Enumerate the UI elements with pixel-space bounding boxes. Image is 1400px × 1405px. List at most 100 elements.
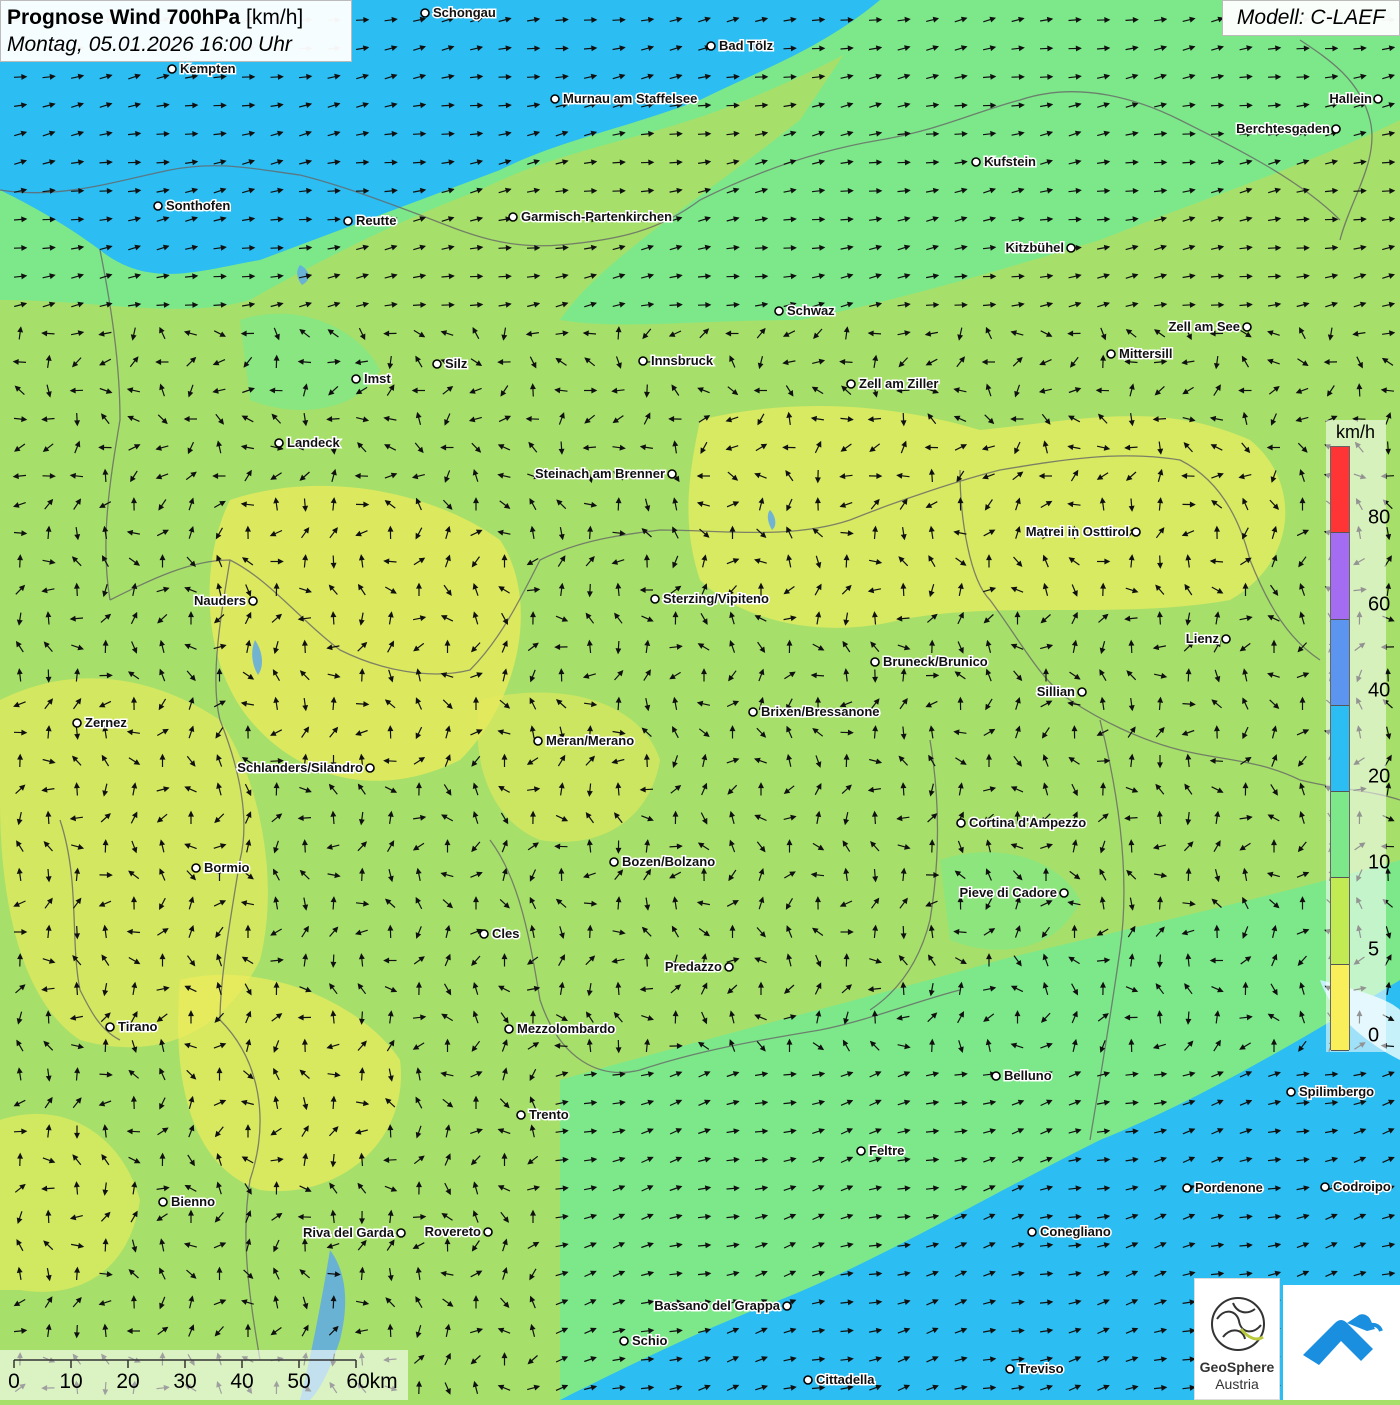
city-label: Garmisch-Partenkirchen — [521, 209, 672, 224]
legend-color-segment — [1331, 792, 1349, 878]
scale-bar-label: 10 — [59, 1370, 82, 1394]
city-marker-dot — [1183, 1184, 1191, 1192]
city-label: Reutte — [356, 213, 396, 228]
city-label: Bassano del Grappa — [654, 1298, 780, 1313]
city-label: Murnau am Staffelsee — [563, 91, 697, 106]
city-marker-dot — [154, 202, 162, 210]
city-label: Zell am See — [1168, 319, 1240, 334]
title-box: Prognose Wind 700hPa [km/h] Montag, 05.0… — [0, 0, 352, 62]
city-label: Feltre — [869, 1143, 904, 1158]
city-schlanders: Schlanders/Silandro — [237, 760, 374, 775]
city-label: Rovereto — [425, 1224, 481, 1239]
city-label: Codroipo — [1333, 1179, 1391, 1194]
city-marker-dot — [707, 42, 715, 50]
city-label: Lienz — [1186, 631, 1220, 646]
scale-bar-label: 60km — [346, 1370, 397, 1394]
legend-color-segment — [1331, 620, 1349, 706]
scale-bar-label: 0 — [8, 1370, 20, 1394]
city-marker-dot — [639, 357, 647, 365]
city-sonthofen: Sonthofen — [154, 198, 230, 213]
city-marker-dot — [804, 1376, 812, 1384]
city-brixen: Brixen/Bressanone — [749, 704, 880, 719]
city-label: Meran/Merano — [546, 733, 634, 748]
city-label: Pordenone — [1195, 1180, 1263, 1195]
city-steinach: Steinach am Brenner — [535, 466, 676, 481]
city-label: Steinach am Brenner — [535, 466, 665, 481]
city-label: Schongau — [433, 5, 496, 20]
city-label: Sillian — [1037, 684, 1075, 699]
city-marker-dot — [871, 658, 879, 666]
city-label: Spilimbergo — [1299, 1084, 1374, 1099]
city-marker-dot — [1107, 350, 1115, 358]
legend-color-segment — [1331, 965, 1349, 1051]
map-title: Prognose Wind 700hPa [km/h] — [7, 5, 345, 31]
city-marker-dot — [620, 1337, 628, 1345]
city-innsbruck: Innsbruck — [639, 353, 714, 368]
city-marker-dot — [509, 213, 517, 221]
city-label: Imst — [364, 371, 391, 386]
city-label: Cortina d'Ampezzo — [969, 815, 1086, 830]
city-marker-dot — [517, 1111, 525, 1119]
geosphere-logo[interactable]: GeoSphere Austria — [1194, 1278, 1280, 1400]
city-label: Pieve di Cadore — [959, 885, 1057, 900]
city-marker-dot — [783, 1302, 791, 1310]
city-schongau: Schongau — [421, 5, 496, 20]
city-bruneck: Bruneck/Brunico — [871, 654, 988, 669]
title-unit: [km/h] — [246, 6, 303, 29]
city-label: Bormio — [204, 860, 250, 875]
legend-tick-label: 80 — [1368, 507, 1390, 530]
legend-tick-label: 20 — [1368, 766, 1390, 789]
city-marker-dot — [1287, 1088, 1295, 1096]
legend-colorbar — [1330, 446, 1350, 1050]
city-marker-dot — [366, 764, 374, 772]
legend-tick-label: 60 — [1368, 593, 1390, 616]
city-meran: Meran/Merano — [534, 733, 634, 748]
city-bozen: Bozen/Bolzano — [610, 854, 715, 869]
city-label: Schio — [632, 1333, 667, 1348]
city-label: Cittadella — [816, 1372, 875, 1387]
city-marker-dot — [159, 1198, 167, 1206]
city-pordenone: Pordenone — [1183, 1180, 1263, 1195]
city-marker-dot — [192, 864, 200, 872]
city-marker-dot — [106, 1023, 114, 1031]
city-label: Schwaz — [787, 303, 835, 318]
city-murnau: Murnau am Staffelsee — [551, 91, 697, 106]
city-marker-dot — [972, 158, 980, 166]
city-marker-dot — [775, 307, 783, 315]
scale-bar-label: 40 — [230, 1370, 253, 1394]
city-label: Zell am Ziller — [859, 376, 938, 391]
scale-bar-label: 20 — [116, 1370, 139, 1394]
scale-bar: 0102030405060km — [0, 1350, 408, 1400]
city-marker-dot — [397, 1229, 405, 1237]
city-label: Cles — [492, 926, 519, 941]
city-marker-dot — [610, 858, 618, 866]
city-cortina: Cortina d'Ampezzo — [957, 815, 1086, 830]
city-label: Matrei in Osttirol — [1026, 524, 1129, 539]
city-conegliano: Conegliano — [1028, 1224, 1111, 1239]
city-label: Silz — [445, 356, 468, 371]
color-legend: km/h 806040201050 — [1326, 420, 1386, 1052]
city-marker-dot — [1374, 95, 1382, 103]
city-zell-am-ziller: Zell am Ziller — [847, 376, 938, 391]
city-marker-dot — [352, 375, 360, 383]
city-marker-dot — [551, 95, 559, 103]
city-marker-dot — [344, 217, 352, 225]
city-marker-dot — [505, 1025, 513, 1033]
model-label: Modell: C-LAEF — [1222, 0, 1400, 36]
city-label: Belluno — [1004, 1068, 1052, 1083]
city-garmisch: Garmisch-Partenkirchen — [509, 209, 672, 224]
city-marker-dot — [1028, 1228, 1036, 1236]
city-label: Innsbruck — [651, 353, 714, 368]
city-label: Treviso — [1018, 1361, 1064, 1376]
city-label: Schlanders/Silandro — [237, 760, 363, 775]
city-label: Predazzo — [665, 959, 722, 974]
legend-color-segment — [1331, 878, 1349, 964]
city-marker-dot — [725, 963, 733, 971]
app-logo[interactable] — [1283, 1285, 1400, 1400]
city-label: Sonthofen — [166, 198, 230, 213]
mountain-logo-icon — [1283, 1285, 1400, 1400]
city-marker-dot — [992, 1072, 1000, 1080]
city-label: Kitzbühel — [1006, 240, 1065, 255]
city-marker-dot — [1132, 528, 1140, 536]
city-spilimbergo: Spilimbergo — [1287, 1084, 1374, 1099]
